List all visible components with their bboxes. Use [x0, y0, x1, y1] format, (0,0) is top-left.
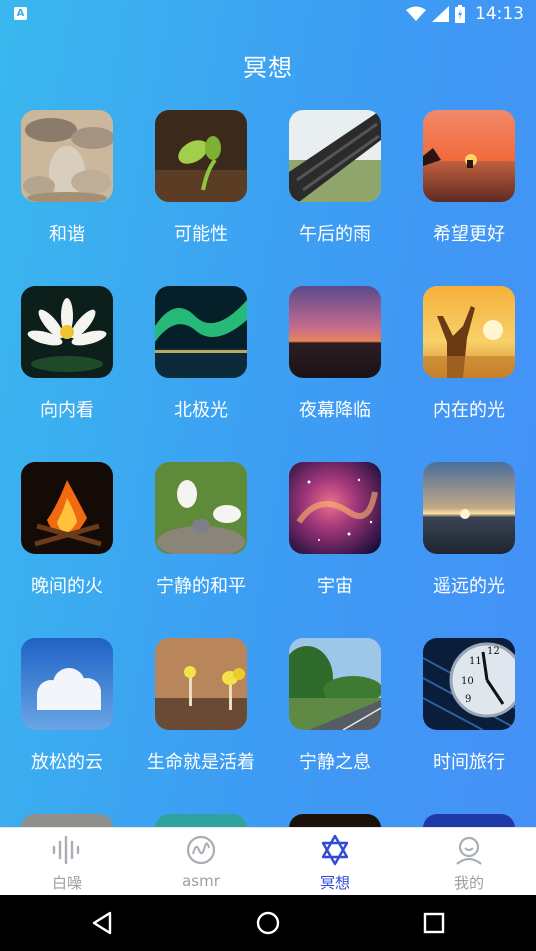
system-nav-bar [0, 895, 536, 951]
recents-icon[interactable] [420, 909, 448, 937]
star-of-david-icon [321, 834, 349, 866]
tab-white-noise[interactable]: 白噪 [0, 828, 134, 895]
thumbnail-clouds [21, 638, 113, 730]
clock-time: 14:13 [475, 4, 524, 24]
tab-meditation[interactable]: 冥想 [268, 828, 402, 895]
home-icon[interactable] [254, 909, 282, 937]
thumbnail-lotus [21, 286, 113, 378]
item-label: 和谐 [49, 224, 85, 245]
meditation-item[interactable]: 宁静之息 [268, 638, 402, 814]
svg-text:10: 10 [461, 676, 474, 687]
item-label: 晚间的火 [31, 576, 103, 597]
item-label: 夜幕降临 [299, 400, 371, 421]
tab-mine[interactable]: 我的 [402, 828, 536, 895]
tab-label: 白噪 [51, 874, 82, 892]
item-label: 生命就是活着 [147, 752, 255, 773]
item-label: 内在的光 [433, 400, 505, 421]
battery-icon [455, 5, 465, 23]
status-bar: A 14:13 [0, 0, 536, 28]
meditation-item[interactable]: 生命就是活着 [134, 638, 268, 814]
tab-label: 冥想 [319, 874, 350, 892]
item-label: 北极光 [174, 400, 228, 421]
thumbnail-road [289, 638, 381, 730]
meditation-item[interactable]: 午后的雨 [268, 110, 402, 286]
item-label: 宇宙 [317, 576, 353, 597]
thumbnail-sprout [155, 110, 247, 202]
thumbnail-nebula [289, 462, 381, 554]
thumbnail-doves [155, 462, 247, 554]
meditation-item[interactable]: 夜幕降临 [268, 286, 402, 462]
meditation-item[interactable]: 宁静的和平 [134, 462, 268, 638]
meditation-item[interactable]: 晚间的火 [0, 462, 134, 638]
item-label: 希望更好 [433, 224, 505, 245]
item-label: 遥远的光 [433, 576, 505, 597]
thumbnail-dusk [289, 286, 381, 378]
item-label: 放松的云 [31, 752, 103, 773]
svg-text:12: 12 [487, 646, 500, 657]
thumbnail-clock: 12 11 10 9 [423, 638, 515, 730]
meditation-item[interactable]: 遥远的光 [402, 462, 536, 638]
item-label: 向内看 [40, 400, 94, 421]
thumbnail-mushrooms [155, 638, 247, 730]
asmr-wave-icon [186, 835, 216, 865]
status-right: 14:13 [406, 3, 524, 25]
tab-asmr[interactable]: asmr [134, 828, 268, 895]
meditation-item[interactable]: 向内看 [0, 286, 134, 462]
profile-icon [456, 836, 482, 865]
tab-label: 我的 [453, 874, 484, 892]
wifi-icon [406, 6, 426, 21]
signal-icon [432, 6, 449, 22]
meditation-item[interactable]: 放松的云 [0, 638, 134, 814]
back-icon[interactable] [88, 909, 116, 937]
meditation-item[interactable]: 宇宙 [268, 462, 402, 638]
app-screen: A 14:13 冥想 和谐 可能性 午后的雨 希望更好 向内看 北极光 夜幕降临… [0, 0, 536, 895]
thumbnail-horizon [423, 462, 515, 554]
svg-text:9: 9 [465, 694, 471, 705]
thumbnail-sun-woman [423, 286, 515, 378]
soundwave-icon [52, 835, 80, 865]
notification-icon: A [14, 7, 27, 20]
bottom-tab-bar: 白噪 asmr 冥想 我的 [0, 827, 536, 895]
meditation-item[interactable]: 希望更好 [402, 110, 536, 286]
item-label: 宁静的和平 [156, 576, 246, 597]
item-label: 宁静之息 [299, 752, 371, 773]
meditation-item[interactable]: 内在的光 [402, 286, 536, 462]
tab-label: asmr [182, 872, 220, 890]
thumbnail-campfire [21, 462, 113, 554]
item-label: 午后的雨 [299, 224, 371, 245]
item-label: 可能性 [174, 224, 228, 245]
thumbnail-roof-rain [289, 110, 381, 202]
meditation-item[interactable]: 12 11 10 9 时间旅行 [402, 638, 536, 814]
thumbnail-pebbles [21, 110, 113, 202]
thumbnail-aurora [155, 286, 247, 378]
thumbnail-sunset-sea [423, 110, 515, 202]
meditation-item[interactable]: 北极光 [134, 286, 268, 462]
meditation-item[interactable]: 和谐 [0, 110, 134, 286]
meditation-item[interactable]: 可能性 [134, 110, 268, 286]
page-title: 冥想 [243, 54, 293, 82]
item-label: 时间旅行 [433, 752, 505, 773]
svg-text:11: 11 [469, 656, 482, 667]
